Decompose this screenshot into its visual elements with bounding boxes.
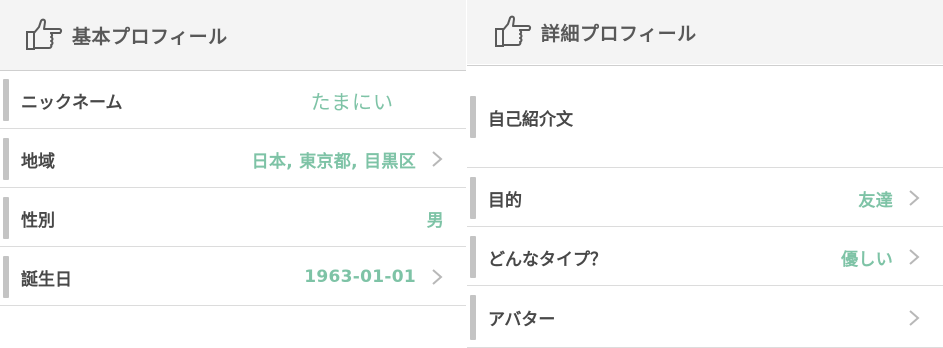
detail-profile-panel: 詳細プロフィール 自己紹介文 目的 友達 どんなタイプ？ 優しい アバター (467, 0, 943, 348)
basic-profile-panel: 基本プロフィール ニックネーム たまにい 地域 日本, 東京都, 目黒区 性別 … (0, 0, 466, 348)
chevron-right-icon[interactable] (426, 266, 448, 288)
row-value: 友達 (858, 190, 893, 211)
row-accent-bar (470, 295, 476, 340)
row-gender[interactable]: 性別 男 (0, 189, 466, 247)
row-value: 日本, 東京都, 目黒区 (251, 151, 416, 172)
row-label: どんなタイプ？ (488, 249, 607, 270)
row-purpose[interactable]: 目的 友達 (467, 169, 943, 227)
section-title: 詳細プロフィール (541, 22, 697, 45)
row-label: 誕生日 (21, 269, 72, 290)
row-label: ニックネーム (21, 92, 123, 113)
row-accent-bar (3, 79, 9, 121)
section-title: 基本プロフィール (72, 25, 228, 48)
chevron-right-icon[interactable] (903, 246, 925, 268)
row-value: 男 (426, 210, 444, 231)
detail-profile-header: 詳細プロフィール (467, 0, 943, 64)
row-nickname[interactable]: ニックネーム たまにい (0, 71, 466, 129)
row-self-introduction[interactable]: 自己紹介文 (467, 66, 943, 168)
chevron-right-icon[interactable] (903, 187, 925, 209)
row-accent-bar (470, 236, 476, 278)
row-birthday[interactable]: 誕生日 1963-01-01 (0, 248, 466, 306)
chevron-right-icon[interactable] (903, 307, 925, 329)
row-region[interactable]: 地域 日本, 東京都, 目黒区 (0, 130, 466, 188)
row-accent-bar (3, 256, 9, 298)
row-label: 目的 (488, 190, 522, 211)
row-label: 地域 (21, 151, 55, 172)
row-value: たまにい (310, 89, 394, 114)
row-label: 自己紹介文 (488, 109, 573, 130)
basic-profile-header: 基本プロフィール (0, 0, 466, 70)
thumbs-up-pointing-icon (24, 18, 64, 52)
row-label: 性別 (21, 210, 55, 231)
row-accent-bar (470, 96, 476, 138)
row-label: アバター (488, 310, 556, 330)
row-accent-bar (3, 197, 9, 239)
row-accent-bar (470, 177, 476, 219)
row-type[interactable]: どんなタイプ？ 優しい (467, 228, 943, 286)
row-value: 優しい (841, 249, 893, 270)
row-value: 1963-01-01 (304, 267, 416, 287)
row-accent-bar (3, 138, 9, 180)
row-avatar[interactable]: アバター (467, 287, 943, 348)
thumbs-up-pointing-icon (493, 15, 533, 49)
chevron-right-icon[interactable] (426, 148, 448, 170)
